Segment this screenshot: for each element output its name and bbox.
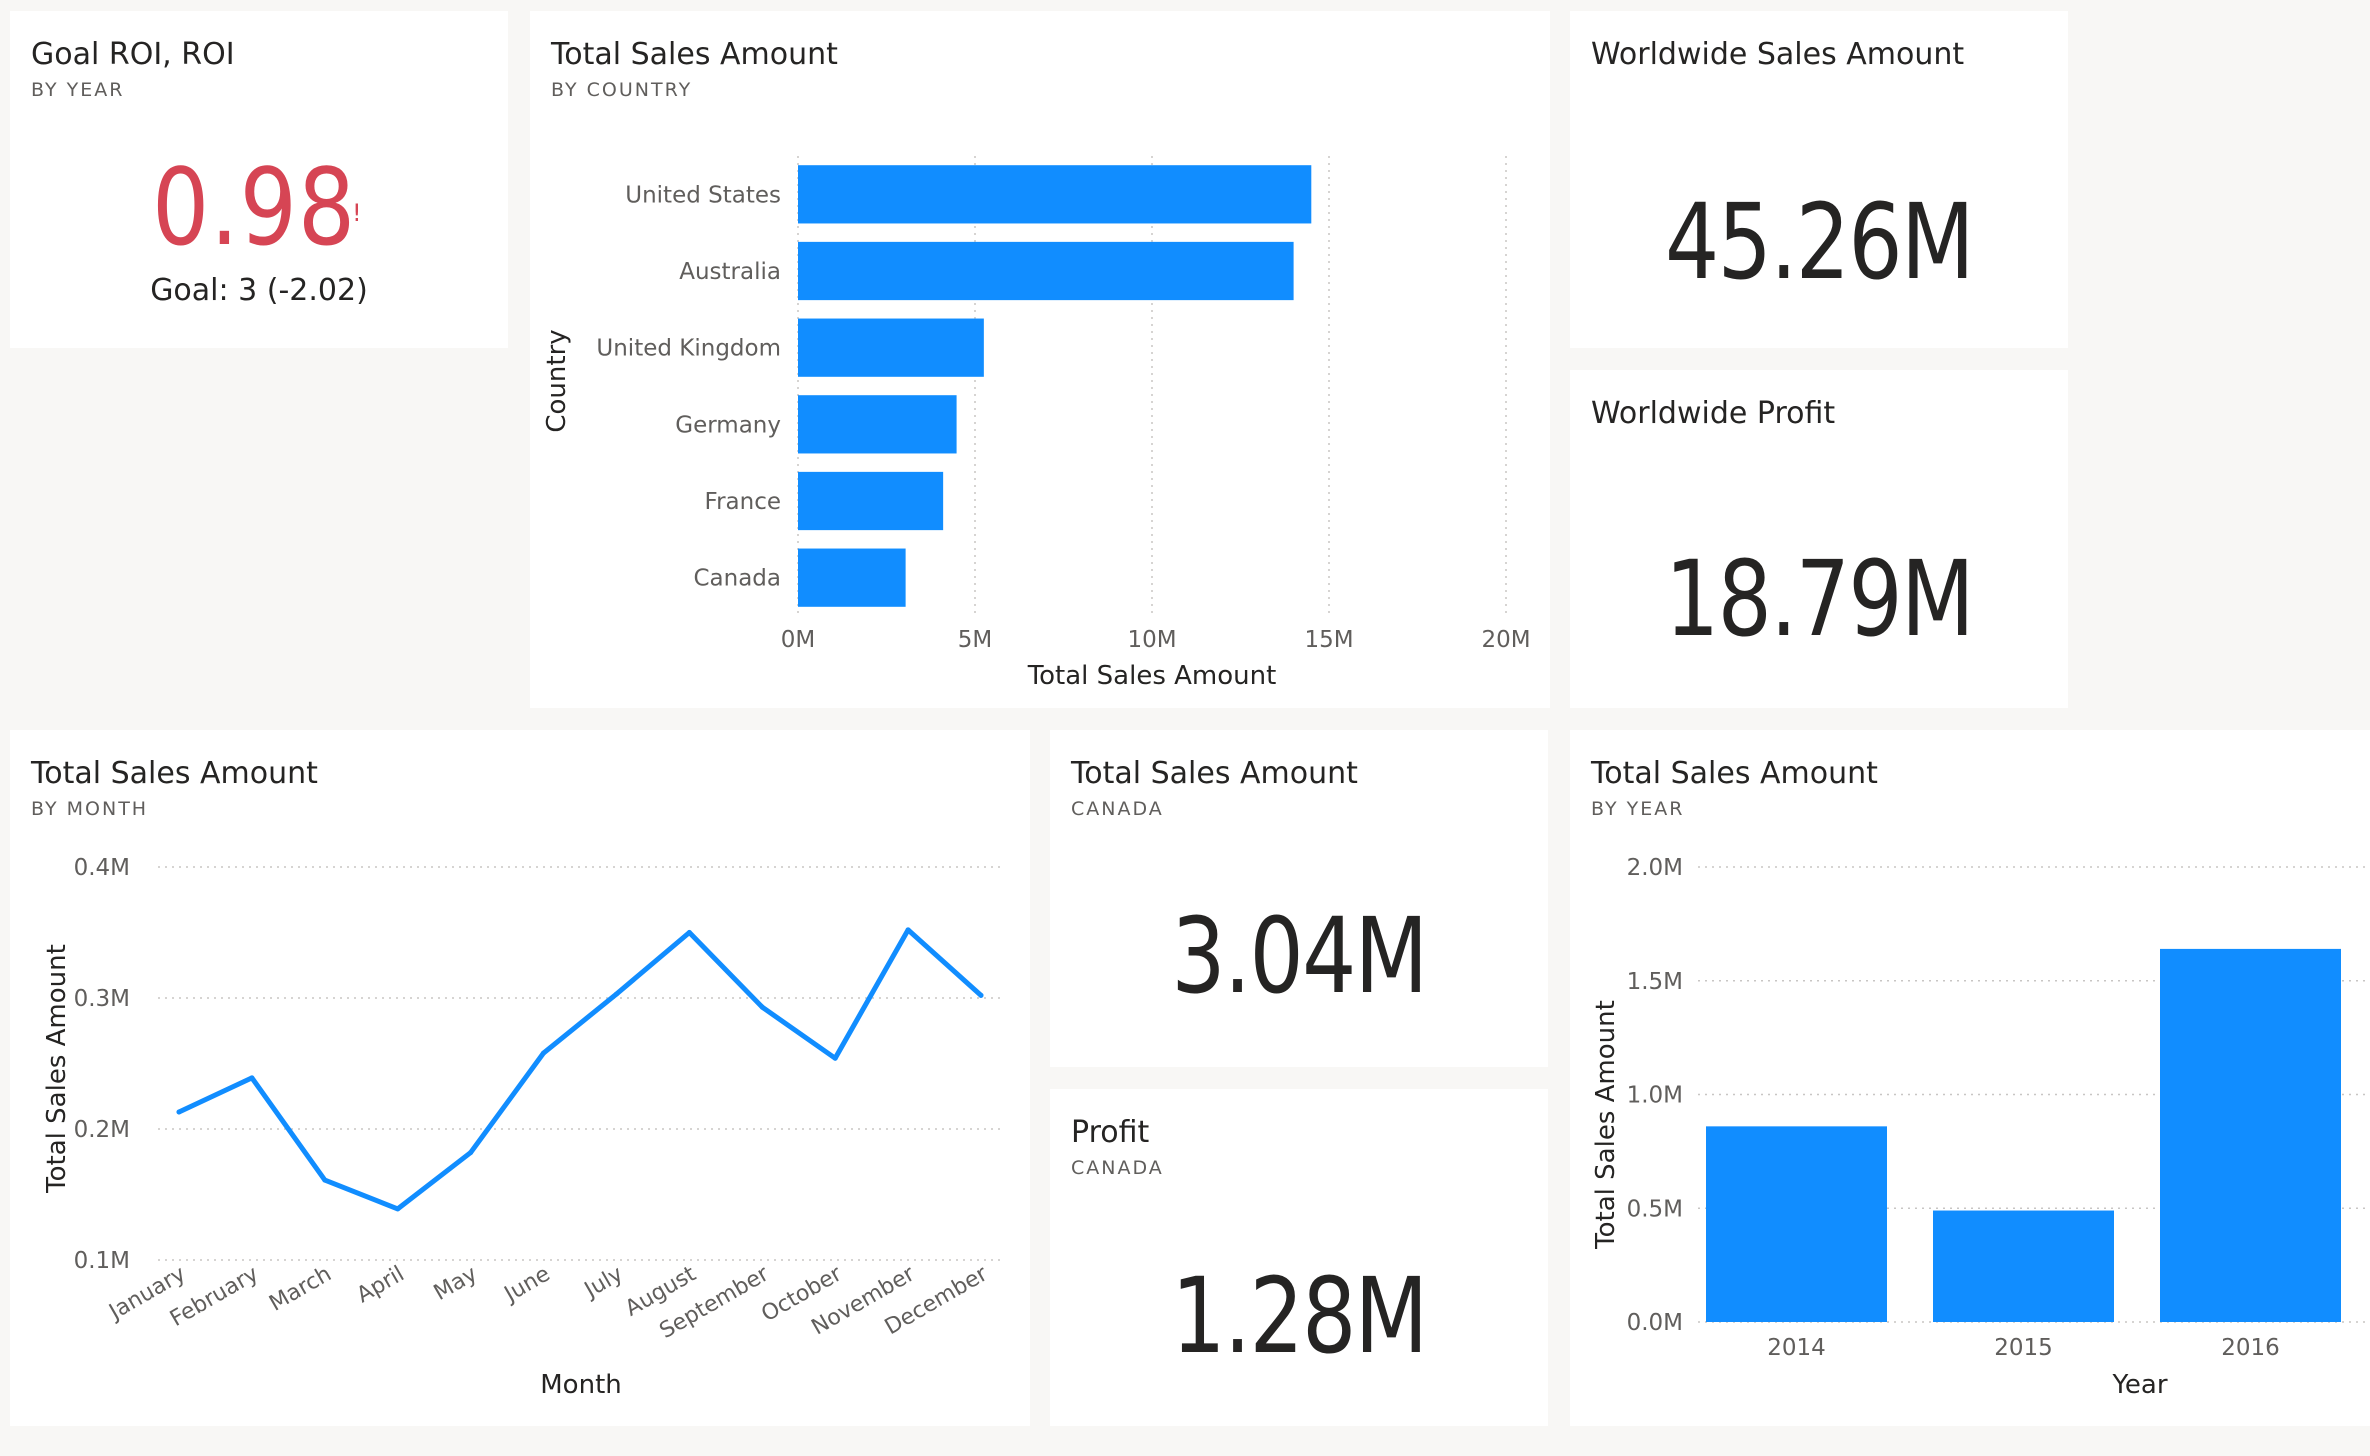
country-label: United States <box>625 182 781 208</box>
country-bar <box>798 471 944 531</box>
x-tick-label: 15M <box>1304 627 1353 653</box>
country-bar-chart: 0M 5M 10M 15M 20M United States Australia Unite… <box>542 156 1531 691</box>
x-tick-label: 10M <box>1127 627 1176 653</box>
sales-by-year-tile[interactable]: Total Sales Amount BY YEAR 0.0M 0.5M 1.0M 1… <box>1570 730 2370 1426</box>
y-tick-label: 2.0M <box>1627 855 1683 881</box>
y-tick-label: 0.5M <box>1627 1196 1683 1222</box>
year-tick-label: 2014 <box>1767 1335 1826 1361</box>
sales-by-country-tile[interactable]: Total Sales Amount BY COUNTRY 0M 5M 10M 15M… <box>530 11 1550 708</box>
sales-by-month-tile[interactable]: Total Sales Amount BY MONTH 0.1M 0.2M 0.3M… <box>10 730 1030 1426</box>
month-point <box>613 991 619 997</box>
month-point <box>541 1050 547 1056</box>
canada-sales-subtitle: CANADA <box>1071 798 1164 820</box>
country-bar <box>798 165 1312 224</box>
country-label: Canada <box>693 566 781 592</box>
month-sales-line <box>176 927 984 1212</box>
month-line-chart: 0.1M0.2M0.3M0.4MJanuaryFebruary March Apri… <box>42 855 1005 1400</box>
country-label: France <box>705 489 781 515</box>
month-point <box>322 1177 328 1183</box>
country-bar <box>798 395 957 454</box>
worldwide-sales-value: 45.26M <box>1665 181 1975 303</box>
worldwide-profit-value: 18.79M <box>1665 538 1975 660</box>
canada-sales-title: Total Sales Amount <box>1071 756 1358 791</box>
y-axis-title: Total Sales Amount <box>42 944 72 1194</box>
x-tick-label: 5M <box>958 627 992 653</box>
roi-kpi-subtitle: BY YEAR <box>31 79 125 101</box>
country-bar <box>798 548 906 607</box>
month-tick-label: July <box>579 1262 628 1304</box>
x-axis-title: Year <box>2111 1370 2167 1400</box>
month-point <box>686 930 692 935</box>
month-point <box>905 927 911 933</box>
worldwide-sales-title: Worldwide Sales Amount <box>1591 37 1965 72</box>
y-axis-title: Total Sales Amount <box>1591 1000 1621 1250</box>
year-bar <box>1706 1126 1887 1322</box>
y-tick-label: 0.3M <box>74 986 130 1012</box>
x-axis-title: Month <box>540 1370 622 1400</box>
worldwide-profit-title: Worldwide Profit <box>1591 396 1836 431</box>
country-bar <box>798 241 1294 301</box>
roi-goal-text: Goal: 3 (-2.02) <box>150 273 368 308</box>
y-tick-label: 1.0M <box>1627 1083 1683 1109</box>
month-point <box>395 1206 401 1212</box>
y-tick-label: 0.0M <box>1627 1310 1683 1336</box>
year-bar <box>2160 948 2341 1322</box>
y-axis-title: Country <box>542 329 572 432</box>
month-point <box>176 1109 182 1115</box>
canada-sales-value: 3.04M <box>1171 895 1428 1017</box>
x-axis-title: Total Sales Amount <box>1027 661 1277 691</box>
year-bar <box>1933 1210 2114 1322</box>
country-label: United Kingdom <box>596 336 781 362</box>
roi-alert-icon: ! <box>352 199 362 227</box>
month-point <box>759 1004 765 1010</box>
month-tick-label: May <box>430 1262 482 1306</box>
roi-kpi-title: Goal ROI, ROI <box>31 37 235 72</box>
year-tick-label: 2015 <box>1994 1335 2053 1361</box>
month-point <box>249 1075 255 1081</box>
canada-profit-value: 1.28M <box>1171 1255 1428 1377</box>
y-tick-label: 0.2M <box>74 1117 130 1143</box>
y-tick-label: 0.4M <box>74 855 130 881</box>
y-tick-label: 0.1M <box>74 1248 130 1274</box>
year-tick-label: 2016 <box>2221 1335 2280 1361</box>
month-tick-label: March <box>265 1262 336 1317</box>
canada-sales-card[interactable]: Total Sales Amount CANADA 3.04M <box>1050 730 1548 1067</box>
month-point <box>832 1055 838 1061</box>
country-label: Germany <box>675 412 781 438</box>
month-tick-label: June <box>499 1262 555 1309</box>
worldwide-sales-card[interactable]: Worldwide Sales Amount 45.26M <box>1570 11 2068 348</box>
country-label: Australia <box>679 259 781 285</box>
canada-profit-title: Profit <box>1071 1115 1150 1150</box>
year-bar-chart: 0.0M 0.5M 1.0M 1.5M 2.0M 2014 2015 2016 Year Tota… <box>1591 855 2370 1400</box>
roi-kpi-value: 0.98 <box>152 146 357 269</box>
x-tick-label: 0M <box>781 627 815 653</box>
month-point <box>468 1150 474 1156</box>
y-tick-label: 1.5M <box>1627 969 1683 995</box>
roi-kpi-tile[interactable]: Goal ROI, ROI BY YEAR 0.98 ! Goal: 3 (-2… <box>10 11 508 348</box>
month-point <box>978 992 984 998</box>
month-tick-label: April <box>353 1262 409 1309</box>
canada-profit-subtitle: CANADA <box>1071 1157 1164 1179</box>
canada-profit-card[interactable]: Profit CANADA 1.28M <box>1050 1089 1548 1426</box>
country-bar <box>798 318 984 377</box>
x-tick-label: 20M <box>1481 627 1530 653</box>
worldwide-profit-card[interactable]: Worldwide Profit 18.79M <box>1570 370 2068 708</box>
